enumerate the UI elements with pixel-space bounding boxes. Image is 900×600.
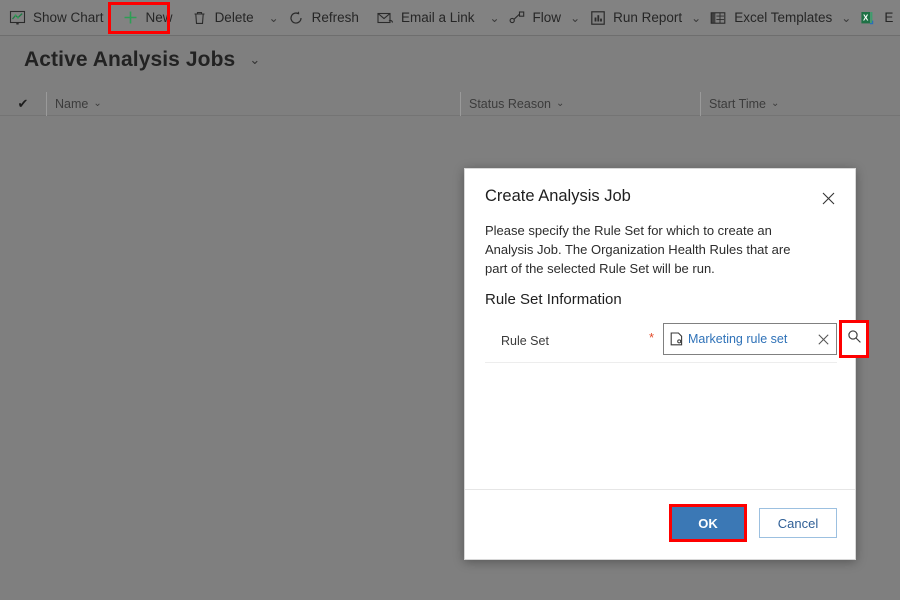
command-show-chart[interactable]: Show Chart — [0, 0, 113, 35]
create-analysis-job-dialog: Create Analysis Job Please specify the R… — [464, 168, 869, 560]
record-entity-icon — [664, 332, 688, 346]
command-email-a-link[interactable]: Email a Link — [368, 0, 484, 35]
ok-button-highlight: OK — [669, 504, 747, 542]
view-selector[interactable]: Active Analysis Jobs ⌄ — [24, 48, 260, 72]
section-title-rule-set-information: Rule Set Information — [485, 291, 622, 308]
field-divider — [485, 362, 837, 363]
required-indicator: * — [649, 330, 655, 345]
grid-column-name-label: Name — [55, 96, 89, 111]
command-excel-templates-label: Excel Templates — [734, 10, 833, 25]
dialog-title: Create Analysis Job — [485, 187, 631, 205]
cancel-button[interactable]: Cancel — [759, 508, 837, 538]
command-export-to-excel-label: E — [884, 10, 894, 25]
trash-icon — [191, 9, 208, 26]
command-new-label: New — [145, 10, 173, 25]
command-delete-label: Delete — [214, 10, 254, 25]
rule-set-label: Rule Set — [501, 334, 549, 348]
grid-column-status-reason-label: Status Reason — [469, 96, 551, 111]
show-chart-icon — [9, 9, 26, 26]
command-excel-templates-caret[interactable]: ⌄ — [841, 0, 851, 35]
rule-set-field-row: Rule Set * Marketing rule set — [485, 320, 869, 361]
command-refresh-label: Refresh — [311, 10, 359, 25]
command-run-report-label: Run Report — [613, 10, 683, 25]
run-report-icon — [589, 9, 606, 26]
plus-icon — [122, 9, 139, 26]
dialog-footer: OK Cancel — [465, 489, 855, 559]
lookup-search-icon — [847, 329, 862, 349]
rule-set-selected-value: Marketing rule set — [688, 332, 788, 346]
export-excel-icon: X — [860, 9, 877, 26]
rule-set-lookup-input[interactable]: Marketing rule set — [663, 323, 837, 355]
command-run-report-caret[interactable]: ⌄ — [691, 0, 701, 35]
command-flow-caret[interactable]: ⌄ — [570, 0, 580, 35]
command-delete[interactable]: Delete — [182, 0, 263, 35]
chevron-down-icon[interactable]: ⌄ — [249, 52, 260, 68]
grid-column-status-reason[interactable]: Status Reason ⌄ — [460, 91, 700, 116]
command-run-report[interactable]: Run Report — [580, 0, 691, 35]
chevron-down-icon[interactable]: ⌄ — [93, 98, 101, 109]
refresh-icon — [288, 9, 305, 26]
flow-icon — [509, 9, 526, 26]
command-show-chart-label: Show Chart — [33, 10, 104, 25]
page-title: Active Analysis Jobs — [24, 48, 236, 71]
command-refresh[interactable]: Refresh — [279, 0, 368, 35]
command-flow-label: Flow — [532, 10, 562, 25]
command-new[interactable]: New — [113, 0, 182, 35]
command-excel-templates[interactable]: Excel Templates — [701, 0, 841, 35]
grid-header: ✔ Name ⌄ Status Reason ⌄ Start Time ⌄ — [0, 91, 900, 116]
grid-column-start-time-label: Start Time — [709, 96, 766, 111]
command-email-a-link-caret[interactable]: ⌄ — [489, 0, 499, 35]
command-flow[interactable]: Flow — [500, 0, 571, 35]
command-delete-overflow-caret[interactable]: ⌄ — [269, 0, 279, 35]
close-icon[interactable] — [815, 185, 841, 211]
command-email-a-link-label: Email a Link — [400, 10, 475, 25]
chevron-down-icon[interactable]: ⌄ — [771, 98, 779, 109]
command-export-to-excel[interactable]: X E — [851, 0, 900, 35]
excel-templates-icon — [710, 9, 727, 26]
chevron-down-icon[interactable]: ⌄ — [556, 98, 564, 109]
email-link-icon — [377, 9, 394, 26]
clear-x-icon[interactable] — [810, 324, 836, 354]
lookup-search-button[interactable] — [839, 320, 869, 358]
dialog-description: Please specify the Rule Set for which to… — [485, 223, 791, 276]
svg-text:X: X — [863, 13, 869, 22]
command-bar: Show Chart New Delete ⌄ Refresh Email a … — [0, 0, 900, 36]
grid-column-name[interactable]: Name ⌄ — [46, 91, 460, 116]
ok-button[interactable]: OK — [672, 507, 744, 539]
select-all-checkmark-icon[interactable]: ✔ — [0, 96, 46, 112]
grid-column-start-time[interactable]: Start Time ⌄ — [700, 91, 900, 116]
